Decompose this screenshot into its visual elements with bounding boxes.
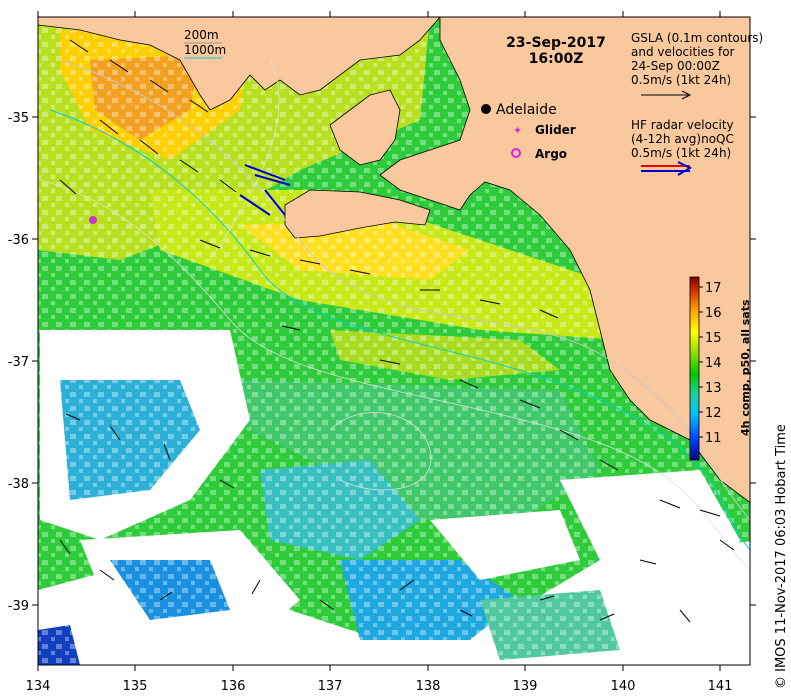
y-tick-label: -37 [8, 355, 29, 370]
y-tick-label: -38 [8, 477, 29, 492]
glider-icon: ✦ [513, 124, 522, 137]
radar-legend-line-3: 0.5m/s (1kt 24h) [631, 146, 731, 160]
map-plot-area [38, 17, 750, 665]
x-tick-label: 138 [416, 679, 441, 694]
gsla-legend-line-3: 24-Sep 00:00Z [631, 59, 720, 73]
map-date: 23-Sep-2017 [506, 35, 606, 51]
x-tick-label: 134 [26, 679, 51, 694]
radar-legend-line-1: HF radar velocity [631, 118, 734, 132]
colorbar-tick-14: 14 [705, 356, 722, 371]
colorbar-tick-11: 11 [705, 431, 722, 446]
x-tick-label: 140 [611, 679, 636, 694]
colorbar-tick-13: 13 [705, 381, 722, 396]
colorbar-gradient [689, 276, 700, 461]
x-tick-labels: 134 135 136 137 138 139 140 141 [26, 679, 733, 694]
radar-legend-line-2: (4-12h avg)noQC [631, 132, 734, 146]
glider-position-marker [89, 216, 97, 224]
x-tick-label: 137 [318, 679, 343, 694]
y-tick-label: -35 [8, 111, 29, 126]
argo-label: Argo [535, 147, 567, 161]
credit-text: © IMOS 11-Nov-2017 06:03 Hobart Time [774, 424, 789, 689]
colorbar-tick-16: 16 [705, 306, 722, 321]
map-time: 16:00Z [529, 51, 584, 67]
depth-legend-200m: 200m [184, 28, 219, 42]
gsla-legend-line-1: GSLA (0.1m contours) [631, 31, 763, 45]
sst-map: 134 135 136 137 138 139 140 141 -35 -36 … [8, 11, 763, 694]
x-tick-label: 135 [123, 679, 148, 694]
gsla-legend-line-2: and velocities for [631, 45, 735, 59]
adelaide-label: Adelaide [496, 102, 557, 118]
x-tick-label: 139 [513, 679, 538, 694]
gsla-legend-line-4: 0.5m/s (1kt 24h) [631, 73, 731, 87]
depth-legend-1000m: 1000m [184, 43, 226, 57]
x-tick-label: 136 [221, 679, 246, 694]
x-tick-label: 141 [708, 679, 733, 694]
glider-label: Glider [535, 123, 576, 137]
y-tick-label: -36 [8, 233, 29, 248]
y-tick-labels: -35 -36 -37 -38 -39 [8, 111, 29, 614]
colorbar-tick-12: 12 [705, 406, 722, 421]
colorbar-title: 4h comp, p50, all sats [739, 299, 752, 437]
colorbar-tick-15: 15 [705, 331, 722, 346]
colorbar-tick-17: 17 [705, 281, 722, 296]
adelaide-dot [481, 104, 491, 114]
y-tick-label: -39 [8, 599, 29, 614]
